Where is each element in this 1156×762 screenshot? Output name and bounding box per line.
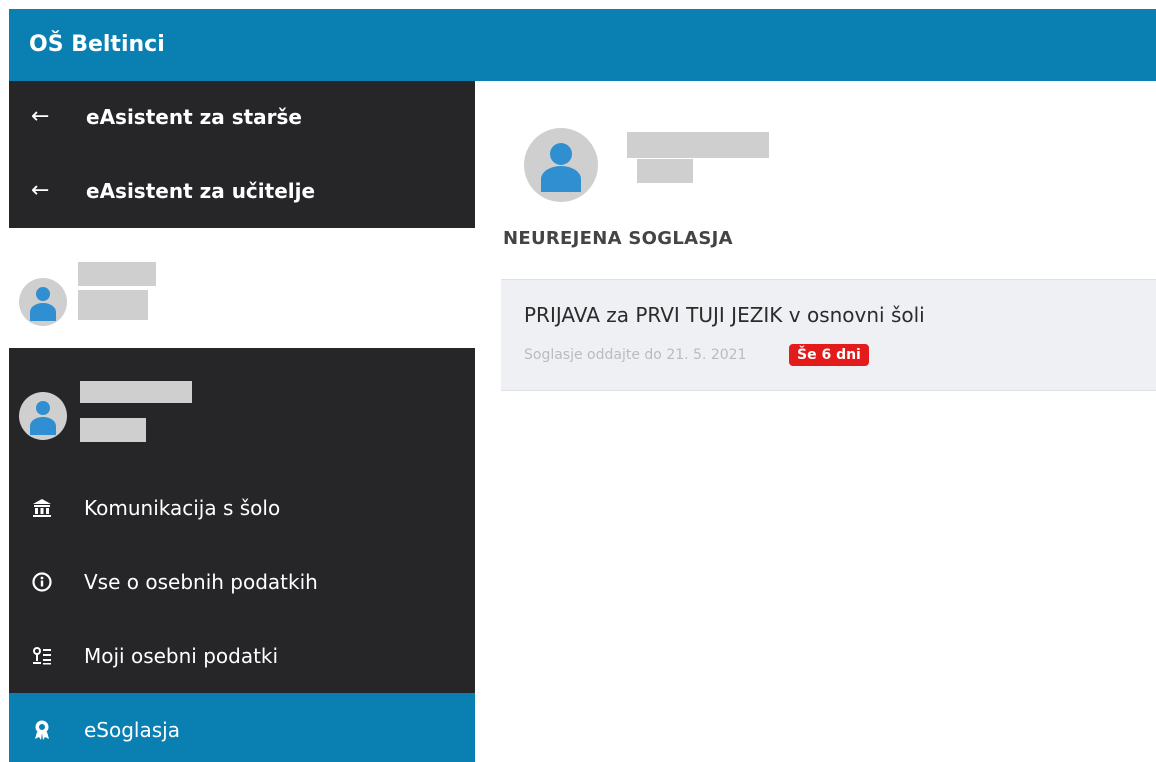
parent-profile[interactable] [9, 228, 475, 348]
nav-item-my-personal-data[interactable]: Moji osebni podatki [9, 619, 475, 693]
consent-deadline: Soglasje oddajte do 21. 5. 2021 [524, 347, 747, 363]
consent-title: PRIJAVA za PRVI TUJI JEZIK v osnovni šol… [524, 303, 925, 327]
main-content: NEUREJENA SOGLASJA PRIJAVA za PRVI TUJI … [475, 81, 1156, 762]
app-frame: OŠ Beltinci ← eAsistent za starše ← eAsi… [9, 9, 1156, 762]
link-label: eAsistent za starše [86, 105, 302, 129]
nav-item-esoglasja[interactable]: eSoglasja [9, 693, 475, 762]
nav-item-personal-data-info[interactable]: Vse o osebnih podatkih [9, 545, 475, 619]
redacted-surname [80, 418, 146, 442]
nav-item-communication[interactable]: Komunikacija s šolo [9, 471, 475, 545]
avatar [524, 128, 598, 202]
user-menu: Komunikacija s šolo Vse o osebnih podatk… [9, 348, 475, 762]
days-left-badge: Še 6 dni [789, 344, 869, 366]
info-circle-icon [29, 569, 55, 595]
link-easistent-teachers[interactable]: ← eAsistent za učitelje [9, 167, 475, 215]
redacted-name [80, 381, 192, 403]
nav-label: Vse o osebnih podatkih [84, 570, 318, 594]
bank-icon [29, 495, 55, 521]
redacted-surname [78, 290, 148, 320]
redacted-name [78, 262, 156, 286]
redacted-name [627, 132, 769, 158]
link-easistent-parents[interactable]: ← eAsistent za starše [9, 93, 475, 141]
sidebar: ← eAsistent za starše ← eAsistent za uči… [9, 81, 475, 762]
person-list-icon [29, 643, 55, 669]
consent-card[interactable]: PRIJAVA za PRVI TUJI JEZIK v osnovni šol… [501, 279, 1156, 391]
nav-label: eSoglasja [84, 718, 180, 742]
avatar [19, 278, 67, 326]
nav-label: Moji osebni podatki [84, 644, 279, 668]
nav-label: Komunikacija s šolo [84, 496, 281, 520]
redacted-surname [637, 159, 693, 183]
school-title: OŠ Beltinci [29, 32, 165, 57]
award-icon [29, 717, 55, 743]
avatar [19, 392, 67, 440]
arrow-left-icon: ← [31, 104, 50, 129]
top-bar: OŠ Beltinci [9, 9, 1156, 81]
arrow-left-icon: ← [31, 178, 50, 203]
section-title: NEUREJENA SOGLASJA [503, 228, 733, 249]
link-label: eAsistent za učitelje [86, 179, 316, 203]
external-links: ← eAsistent za starše ← eAsistent za uči… [9, 81, 475, 228]
